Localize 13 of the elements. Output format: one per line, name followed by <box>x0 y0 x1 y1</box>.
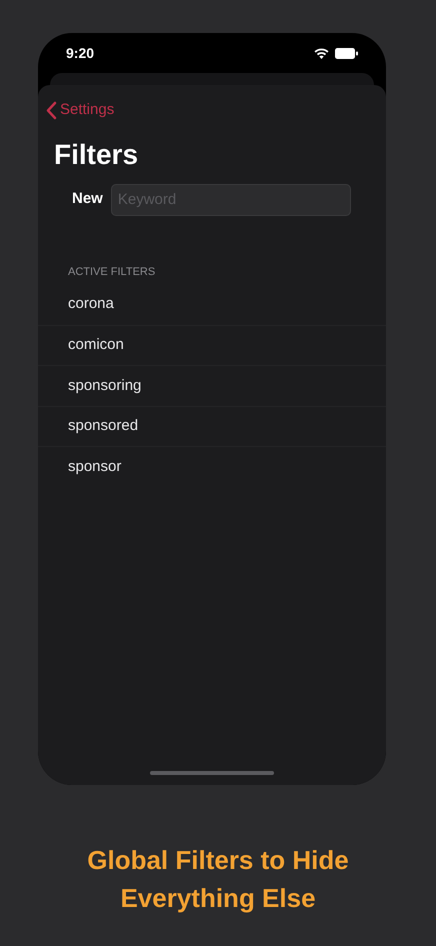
wifi-icon <box>314 48 329 58</box>
filter-item[interactable]: sponsored <box>68 415 138 438</box>
filter-item[interactable]: corona <box>68 293 114 316</box>
filter-item[interactable]: sponsor <box>68 456 122 478</box>
battery-icon <box>335 48 358 58</box>
filter-item[interactable]: sponsoring <box>68 374 142 397</box>
page-title: Filters <box>54 138 140 172</box>
status-time: 9:20 <box>66 44 94 62</box>
filter-item[interactable]: comicon <box>68 334 124 356</box>
section-header: ACTIVE FILTERS <box>68 264 156 280</box>
caption: Global Filters to Hide Everything Else <box>86 844 350 915</box>
field-label: New <box>72 189 103 210</box>
chevron-left-icon <box>46 100 57 120</box>
